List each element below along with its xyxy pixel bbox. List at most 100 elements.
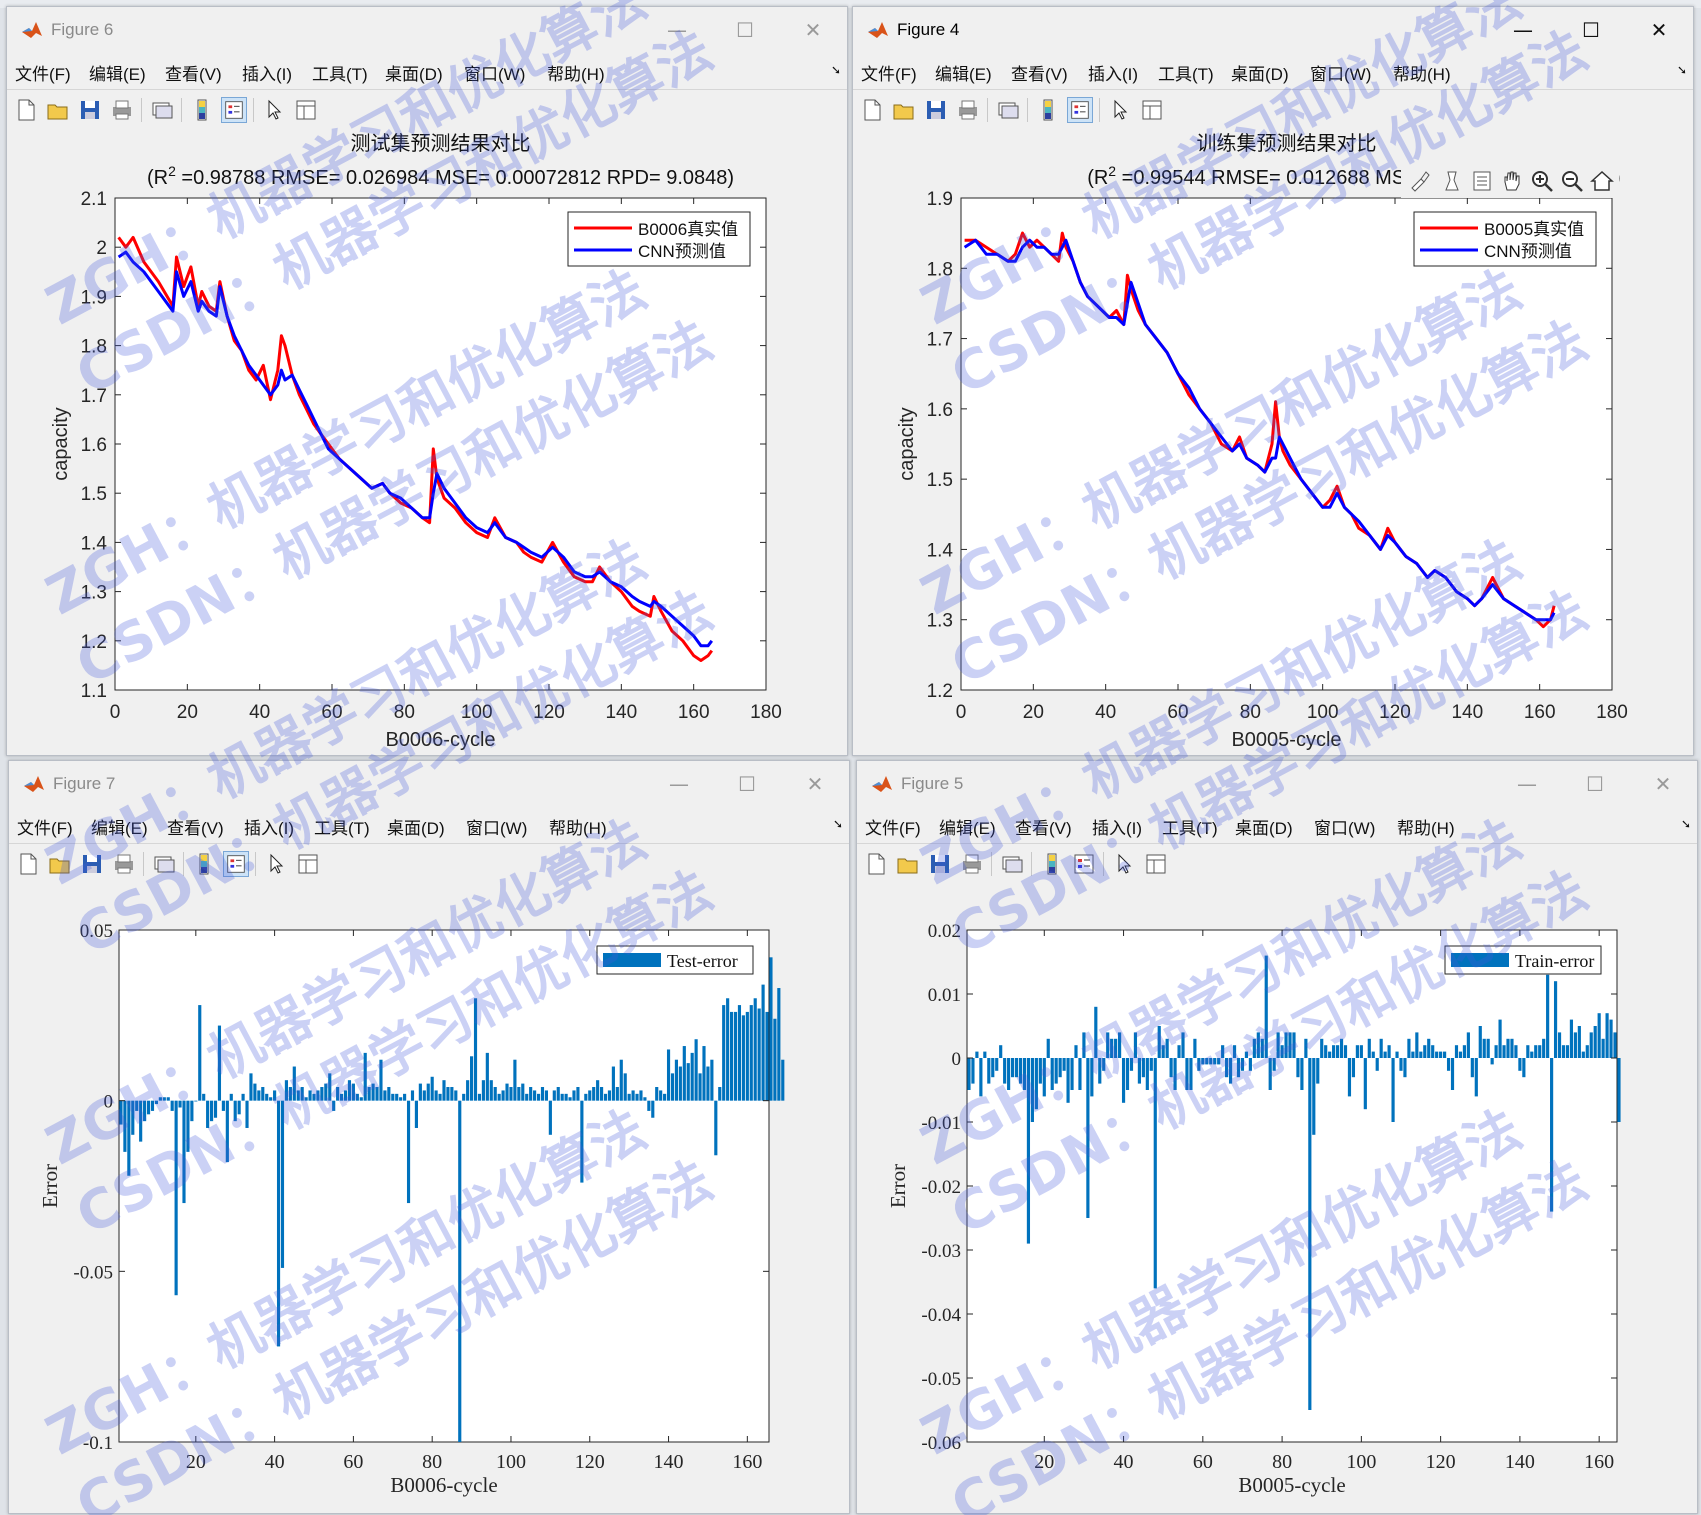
close-button[interactable]: ✕ (1625, 7, 1693, 53)
maximize-button[interactable]: ☐ (1557, 7, 1625, 53)
menu-view[interactable]: 查看(V) (165, 60, 222, 85)
dock-arrow-icon[interactable]: ➘ (1681, 817, 1691, 831)
close-button[interactable]: ✕ (781, 761, 849, 807)
open-file-icon[interactable] (895, 851, 921, 877)
menu-edit[interactable]: 编辑(E) (89, 60, 146, 85)
legend-icon[interactable] (1067, 97, 1093, 123)
property-inspector-icon[interactable] (295, 851, 321, 877)
open-file-icon[interactable] (45, 97, 71, 123)
error-bar (552, 1090, 556, 1101)
menu-window[interactable]: 窗口(W) (464, 60, 525, 85)
save-icon[interactable] (927, 851, 953, 877)
maximize-button[interactable]: ☐ (713, 761, 781, 807)
print-icon[interactable] (959, 851, 985, 877)
menu-tools[interactable]: 工具(T) (312, 60, 368, 85)
minimize-button[interactable]: — (643, 7, 711, 53)
error-bar (623, 1073, 627, 1101)
save-icon[interactable] (79, 851, 105, 877)
minimize-button[interactable]: — (645, 761, 713, 807)
close-button[interactable]: ✕ (1629, 761, 1697, 807)
save-icon[interactable] (923, 97, 949, 123)
menu-edit[interactable]: 编辑(E) (939, 814, 996, 839)
new-figure-icon[interactable] (859, 97, 885, 123)
menu-view[interactable]: 查看(V) (1011, 60, 1068, 85)
zoom-out-icon[interactable] (1559, 168, 1585, 194)
property-inspector-icon[interactable] (1143, 851, 1169, 877)
menu-insert[interactable]: 插入(I) (1092, 814, 1142, 839)
window-titlebar[interactable]: Figure 6 — ☐ ✕ (7, 7, 847, 53)
menu-file[interactable]: 文件(F) (17, 814, 73, 839)
minimize-button[interactable]: — (1493, 761, 1561, 807)
menu-help[interactable]: 帮助(H) (549, 814, 607, 839)
close-button[interactable]: ✕ (779, 7, 847, 53)
menu-desktop[interactable]: 桌面(D) (1231, 60, 1289, 85)
menu-insert[interactable]: 插入(I) (244, 814, 294, 839)
menu-file[interactable]: 文件(F) (15, 60, 71, 85)
window-title: Figure 5 (901, 774, 964, 793)
property-inspector-icon[interactable] (1139, 97, 1165, 123)
menu-help[interactable]: 帮助(H) (1397, 814, 1455, 839)
menu-tools[interactable]: 工具(T) (314, 814, 370, 839)
menu-file[interactable]: 文件(F) (865, 814, 921, 839)
window-titlebar[interactable]: Figure 4 — ☐ ✕ (853, 7, 1693, 53)
new-figure-icon[interactable] (15, 851, 41, 877)
dock-arrow-icon[interactable]: ➘ (833, 817, 843, 831)
window-titlebar[interactable]: Figure 5 — ☐ ✕ (857, 761, 1697, 807)
maximize-button[interactable]: ☐ (1561, 761, 1629, 807)
home-icon[interactable] (1589, 168, 1615, 194)
new-figure-icon[interactable] (13, 97, 39, 123)
menu-help[interactable]: 帮助(H) (1393, 60, 1451, 85)
error-bar (1522, 1058, 1526, 1078)
menu-tools[interactable]: 工具(T) (1162, 814, 1218, 839)
menu-window[interactable]: 窗口(W) (466, 814, 527, 839)
menu-view[interactable]: 查看(V) (1015, 814, 1072, 839)
dock-arrow-icon[interactable]: ➘ (831, 63, 841, 77)
dock-arrow-icon[interactable]: ➘ (1677, 63, 1687, 77)
zoom-in-icon[interactable] (1529, 168, 1555, 194)
menu-desktop[interactable]: 桌面(D) (387, 814, 445, 839)
menu-window[interactable]: 窗口(W) (1314, 814, 1375, 839)
menu-view[interactable]: 查看(V) (167, 814, 224, 839)
brush-icon[interactable] (1407, 168, 1433, 194)
link-plot-icon[interactable] (995, 97, 1021, 123)
edit-axes-icon[interactable] (1469, 168, 1495, 194)
pointer-icon[interactable] (261, 97, 287, 123)
menu-edit[interactable]: 编辑(E) (91, 814, 148, 839)
print-icon[interactable] (109, 97, 135, 123)
pointer-icon[interactable] (1111, 851, 1137, 877)
colorbar-icon[interactable] (1035, 97, 1061, 123)
menu-desktop[interactable]: 桌面(D) (1235, 814, 1293, 839)
legend-icon[interactable] (223, 851, 249, 877)
menu-desktop[interactable]: 桌面(D) (385, 60, 443, 85)
menu-help[interactable]: 帮助(H) (547, 60, 605, 85)
colorbar-icon[interactable] (189, 97, 215, 123)
property-inspector-icon[interactable] (293, 97, 319, 123)
menu-insert[interactable]: 插入(I) (242, 60, 292, 85)
menu-window[interactable]: 窗口(W) (1310, 60, 1371, 85)
link-plot-icon[interactable] (999, 851, 1025, 877)
save-icon[interactable] (77, 97, 103, 123)
print-icon[interactable] (111, 851, 137, 877)
pan-icon[interactable] (1499, 168, 1525, 194)
open-file-icon[interactable] (891, 97, 917, 123)
error-bar (1026, 1058, 1031, 1244)
link-plot-icon[interactable] (151, 851, 177, 877)
link-plot-icon[interactable] (149, 97, 175, 123)
maximize-button[interactable]: ☐ (711, 7, 779, 53)
colorbar-icon[interactable] (191, 851, 217, 877)
data-tips-icon[interactable] (1439, 168, 1465, 194)
window-titlebar[interactable]: Figure 7 — ☐ ✕ (9, 761, 849, 807)
menu-file[interactable]: 文件(F) (861, 60, 917, 85)
colorbar-icon[interactable] (1039, 851, 1065, 877)
open-file-icon[interactable] (47, 851, 73, 877)
menu-tools[interactable]: 工具(T) (1158, 60, 1214, 85)
pointer-icon[interactable] (263, 851, 289, 877)
legend-icon[interactable] (1071, 851, 1097, 877)
new-figure-icon[interactable] (863, 851, 889, 877)
pointer-icon[interactable] (1107, 97, 1133, 123)
menu-insert[interactable]: 插入(I) (1088, 60, 1138, 85)
legend-icon[interactable] (221, 97, 247, 123)
minimize-button[interactable]: — (1489, 7, 1557, 53)
menu-edit[interactable]: 编辑(E) (935, 60, 992, 85)
print-icon[interactable] (955, 97, 981, 123)
